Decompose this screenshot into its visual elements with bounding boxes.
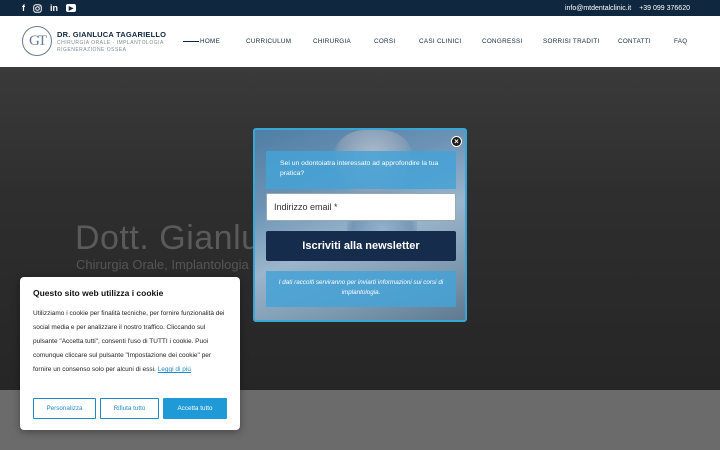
nav-active-indicator [183, 41, 199, 42]
nav-item-casi-clinici[interactable]: CASI CLINICI [419, 38, 461, 45]
nav-item-sorrisi-traditi[interactable]: SORRISI TRADITI [543, 38, 600, 45]
logo-subtitle-line1: CHIRURGIA ORALE - IMPLANTOLOGIA [57, 39, 164, 46]
nav-item-corsi[interactable]: CORSI [374, 38, 395, 45]
newsletter-intro-text: Sei un odontoiatra interessato ad approf… [280, 160, 439, 177]
newsletter-intro-box: Sei un odontoiatra interessato ad approf… [266, 151, 456, 189]
site-logo[interactable]: GT DR. GIANLUCA TAGARIELLO CHIRURGIA ORA… [22, 26, 166, 56]
nav-item-home[interactable]: HOME [200, 38, 220, 45]
nav-item-curriculum[interactable]: CURRICULUM [246, 38, 291, 45]
nav-item-congressi[interactable]: CONGRESSI [482, 38, 523, 45]
logo-subtitle-line2: RIGENERAZIONE OSSEA [57, 46, 127, 53]
cookie-text: Utilizziamo i cookie per finalità tecnic… [33, 307, 227, 377]
facebook-icon[interactable]: f [22, 2, 25, 14]
nav-item-faq[interactable]: FAQ [674, 38, 688, 45]
youtube-icon[interactable]: ▶ [66, 4, 76, 12]
cookie-read-more-link[interactable]: Leggi di più [158, 366, 191, 373]
cookie-banner: Questo sito web utilizza i cookie Utiliz… [20, 277, 240, 430]
cookie-reject-button[interactable]: Rifiuta tutto [100, 398, 159, 419]
nav-item-contatti[interactable]: CONTATTI [618, 38, 651, 45]
contact-email[interactable]: info@mtdentalclinic.it [565, 5, 631, 12]
cookie-accept-button[interactable]: Accetta tutto [163, 398, 227, 419]
subscribe-button[interactable]: Iscriviti alla newsletter [266, 231, 456, 261]
logo-monogram: GT [22, 26, 52, 56]
close-icon[interactable]: × [451, 136, 462, 147]
top-bar: f in ▶ info@mtdentalclinic.it +39 099 37… [0, 0, 720, 16]
contact-info: info@mtdentalclinic.it +39 099 376620 [565, 5, 690, 12]
logo-text: DR. GIANLUCA TAGARIELLO CHIRURGIA ORALE … [57, 30, 166, 53]
logo-name: DR. GIANLUCA TAGARIELLO [57, 29, 167, 39]
contact-phone[interactable]: +39 099 376620 [639, 5, 690, 12]
email-input[interactable] [266, 193, 456, 221]
cookie-buttons: Personalizza Rifiuta tutto Accetta tutto [33, 398, 227, 419]
newsletter-popup: × Sei un odontoiatra interessato ad appr… [253, 128, 467, 322]
newsletter-privacy-box: I dati raccolti serviranno per inviarti … [266, 271, 456, 307]
cookie-customize-button[interactable]: Personalizza [33, 398, 96, 419]
cookie-title: Questo sito web utilizza i cookie [33, 288, 164, 298]
social-links: f in ▶ [22, 2, 76, 14]
linkedin-icon[interactable]: in [50, 2, 58, 14]
nav-item-chirurgia[interactable]: CHIRURGIA [313, 38, 351, 45]
newsletter-privacy-text: I dati raccolti serviranno per inviarti … [278, 279, 444, 296]
cookie-body: Utilizziamo i cookie per finalità tecnic… [33, 310, 225, 373]
instagram-icon[interactable] [33, 2, 42, 14]
site-header: GT DR. GIANLUCA TAGARIELLO CHIRURGIA ORA… [0, 16, 720, 67]
